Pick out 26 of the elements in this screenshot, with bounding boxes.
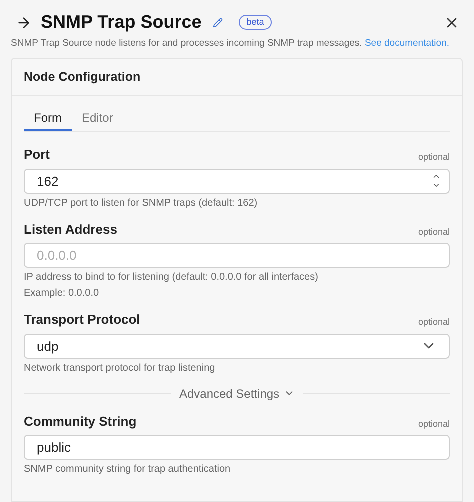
number-field[interactable]: 162 (24, 168, 450, 194)
panel-title: SNMP Trap Source (41, 11, 202, 34)
arrow-right-icon[interactable] (16, 14, 32, 30)
tab[interactable]: Form (24, 107, 72, 132)
field-label: Community String (24, 412, 137, 431)
optional-label: optional (418, 418, 450, 431)
advanced-settings-toggle[interactable]: Advanced Settings (171, 384, 303, 403)
optional-label: optional (418, 151, 450, 164)
text-field[interactable]: public (24, 435, 450, 460)
field-label: Listen Address (24, 220, 118, 239)
optional-label: optional (418, 316, 450, 330)
description: SNMP Trap Source node listens for and processes incoming SNMP trap messages. See documentation. (10, 37, 450, 51)
select-field[interactable]: udp (24, 334, 450, 359)
beta-badge: beta (238, 15, 272, 30)
field-label: Transport Protocol (24, 311, 140, 330)
card-title: Node Configuration (24, 68, 141, 86)
help-text: IP address to bind to for listening (default: 0.0.0.0 for all interfaces) (24, 272, 320, 284)
text-field[interactable]: 0.0.0.0 (24, 243, 450, 268)
tab[interactable]: Editor (72, 107, 124, 132)
help-text: UDP/TCP port to listen for SNMP traps (default: 162) (24, 198, 259, 210)
optional-label: optional (418, 226, 450, 239)
pencil-icon[interactable] (212, 18, 223, 28)
help-text: Example: 0.0.0.0 (24, 288, 100, 300)
help-text: SNMP community string for trap authentication (24, 464, 232, 476)
help-text: Network transport protocol for trap listening (24, 362, 216, 375)
field-label: Port (24, 146, 50, 164)
